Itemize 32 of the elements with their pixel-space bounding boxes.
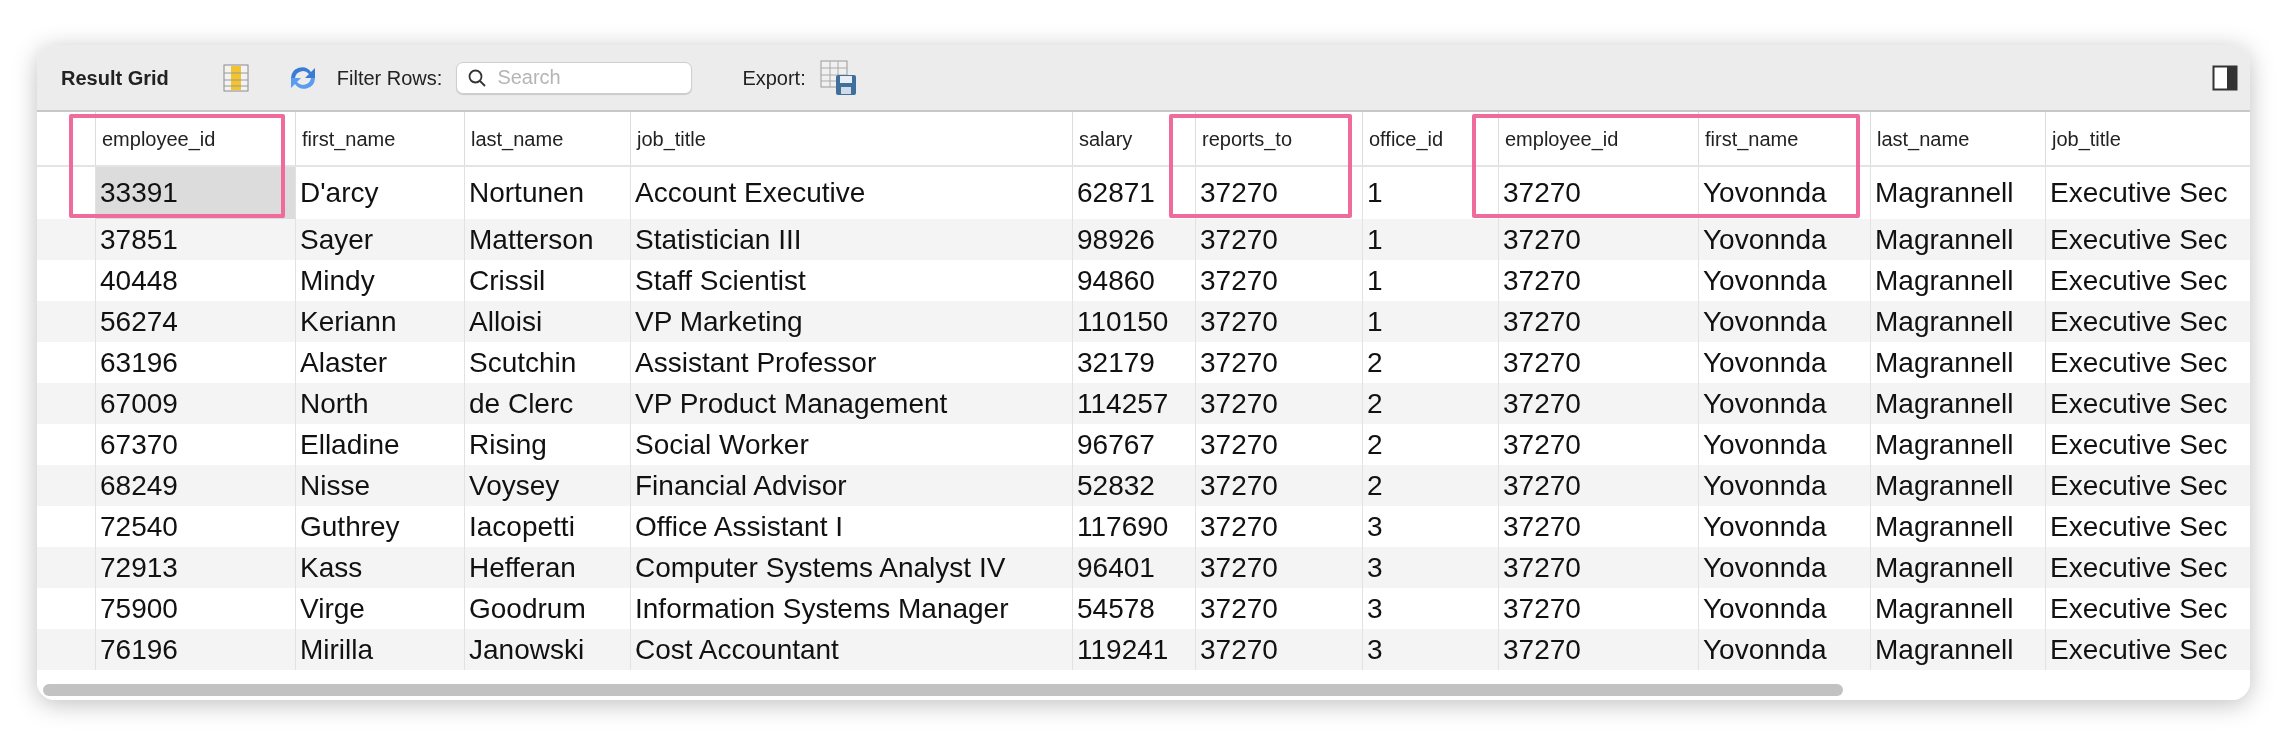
- table-cell: 76196: [95, 629, 295, 670]
- table-cell: Mirilla: [295, 629, 464, 670]
- panel-toggle-icon[interactable]: [2212, 64, 2238, 91]
- column-header[interactable]: first_name: [1698, 112, 1870, 165]
- table-cell: Magrannell: [1870, 629, 2045, 670]
- search-field[interactable]: Search: [456, 61, 693, 94]
- table-cell: Executive Sec: [2045, 629, 2250, 670]
- horizontal-scrollbar[interactable]: [43, 684, 1843, 696]
- search-icon: [468, 68, 487, 87]
- column-header[interactable]: last_name: [1870, 112, 2045, 165]
- columns-icon[interactable]: [222, 63, 249, 92]
- table-cell: Cost Accountant: [630, 629, 1072, 670]
- column-header[interactable]: job_title: [630, 112, 1072, 165]
- table-cell: 37270: [1195, 629, 1362, 670]
- table-cell: 3: [1362, 629, 1498, 670]
- column-header[interactable]: office_id: [1362, 112, 1498, 165]
- column-header[interactable]: employee_id: [95, 112, 295, 165]
- column-header[interactable]: employee_id: [1498, 112, 1698, 165]
- toolbar-title: Result Grid: [61, 65, 169, 91]
- column-header[interactable]: salary: [1072, 112, 1195, 165]
- column-header[interactable]: job_title: [2045, 112, 2250, 165]
- table-cell: 119241: [1072, 629, 1195, 670]
- table-cell: Janowski: [464, 629, 630, 670]
- table-cell: Yovonnda: [1698, 629, 1870, 670]
- export-label: Export:: [742, 65, 806, 91]
- filter-label: Filter Rows:: [336, 65, 443, 91]
- column-header[interactable]: last_name: [464, 112, 630, 165]
- column-header[interactable]: reports_to: [1195, 112, 1362, 165]
- table-cell: 37270: [1498, 629, 1698, 670]
- table-cell: 33391: [95, 167, 295, 219]
- table-floppy-icon[interactable]: [819, 59, 858, 96]
- column-header[interactable]: first_name: [295, 112, 464, 165]
